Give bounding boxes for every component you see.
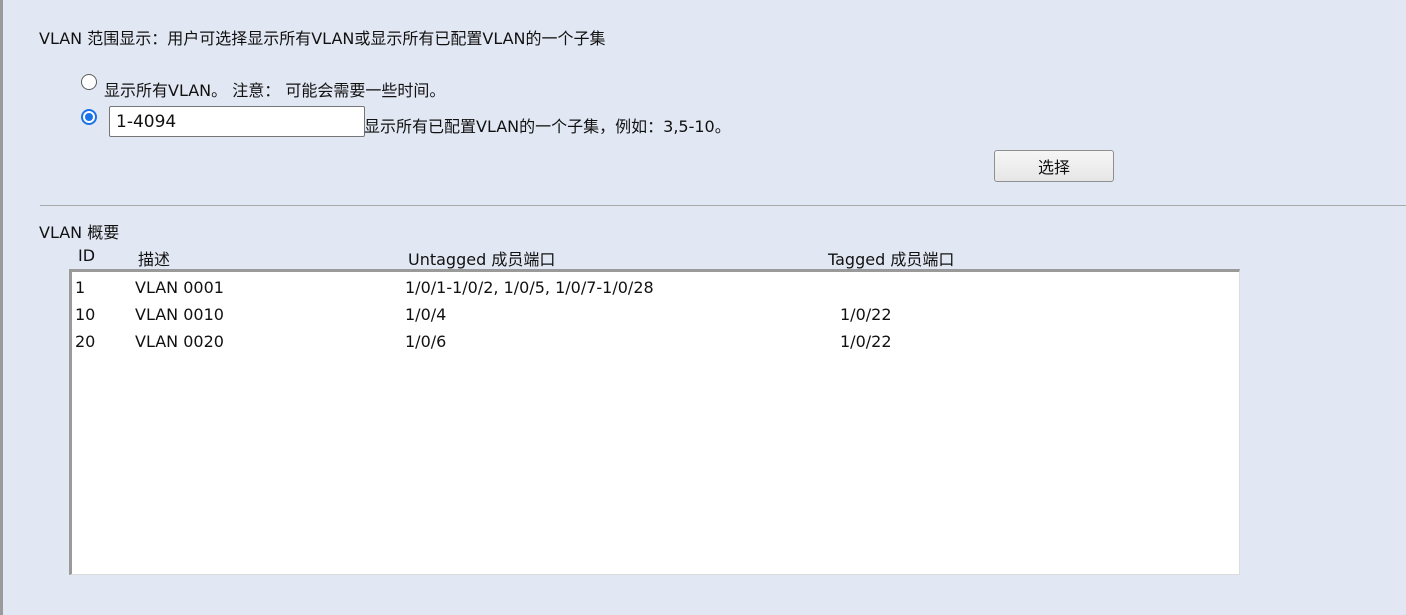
list-item[interactable]: 20 VLAN 0020 1/0/6 1/0/22 bbox=[72, 329, 1239, 356]
vlan-id: 1 bbox=[75, 278, 86, 297]
left-border bbox=[0, 0, 3, 615]
vlan-tagged-ports: 1/0/22 bbox=[840, 305, 892, 324]
select-button[interactable]: 选择 bbox=[994, 150, 1114, 182]
list-item[interactable]: 10 VLAN 0010 1/0/4 1/0/22 bbox=[72, 302, 1239, 329]
subset-hint-label: 显示所有已配置VLAN的一个子集，例如：3,5-10。 bbox=[364, 117, 731, 136]
vlan-id: 20 bbox=[75, 332, 96, 351]
vlan-description: VLAN 0001 bbox=[135, 278, 224, 297]
vlan-untagged-ports: 1/0/1-1/0/2, 1/0/5, 1/0/7-1/0/28 bbox=[405, 278, 654, 297]
vlan-tagged-ports: 1/0/22 bbox=[840, 332, 892, 351]
radio-show-subset[interactable] bbox=[81, 109, 97, 125]
show-all-vlans-label: 显示所有VLAN。 注意： 可能会需要一些时间。 bbox=[104, 81, 446, 100]
vlan-description: VLAN 0010 bbox=[135, 305, 224, 324]
column-header-tagged-ports: Tagged 成员端口 bbox=[828, 250, 955, 269]
vlan-id: 10 bbox=[75, 305, 96, 324]
column-header-description: 描述 bbox=[138, 250, 171, 269]
vlan-range-description: VLAN 范围显示：用户可选择显示所有VLAN或显示所有已配置VLAN的一个子集 bbox=[39, 29, 606, 48]
vlan-description: VLAN 0020 bbox=[135, 332, 224, 351]
list-item[interactable]: 1 VLAN 0001 1/0/1-1/0/2, 1/0/5, 1/0/7-1/… bbox=[72, 275, 1239, 302]
vlan-untagged-ports: 1/0/6 bbox=[405, 332, 447, 351]
vlan-summary-list[interactable]: 1 VLAN 0001 1/0/1-1/0/2, 1/0/5, 1/0/7-1/… bbox=[69, 269, 1240, 575]
column-header-untagged-ports: Untagged 成员端口 bbox=[408, 250, 556, 269]
column-header-id: ID bbox=[78, 246, 96, 265]
radio-show-all-vlans[interactable] bbox=[81, 74, 97, 90]
vlan-range-input[interactable] bbox=[109, 106, 365, 137]
section-divider bbox=[40, 205, 1406, 206]
vlan-summary-title: VLAN 概要 bbox=[39, 223, 120, 242]
vlan-untagged-ports: 1/0/4 bbox=[405, 305, 447, 324]
